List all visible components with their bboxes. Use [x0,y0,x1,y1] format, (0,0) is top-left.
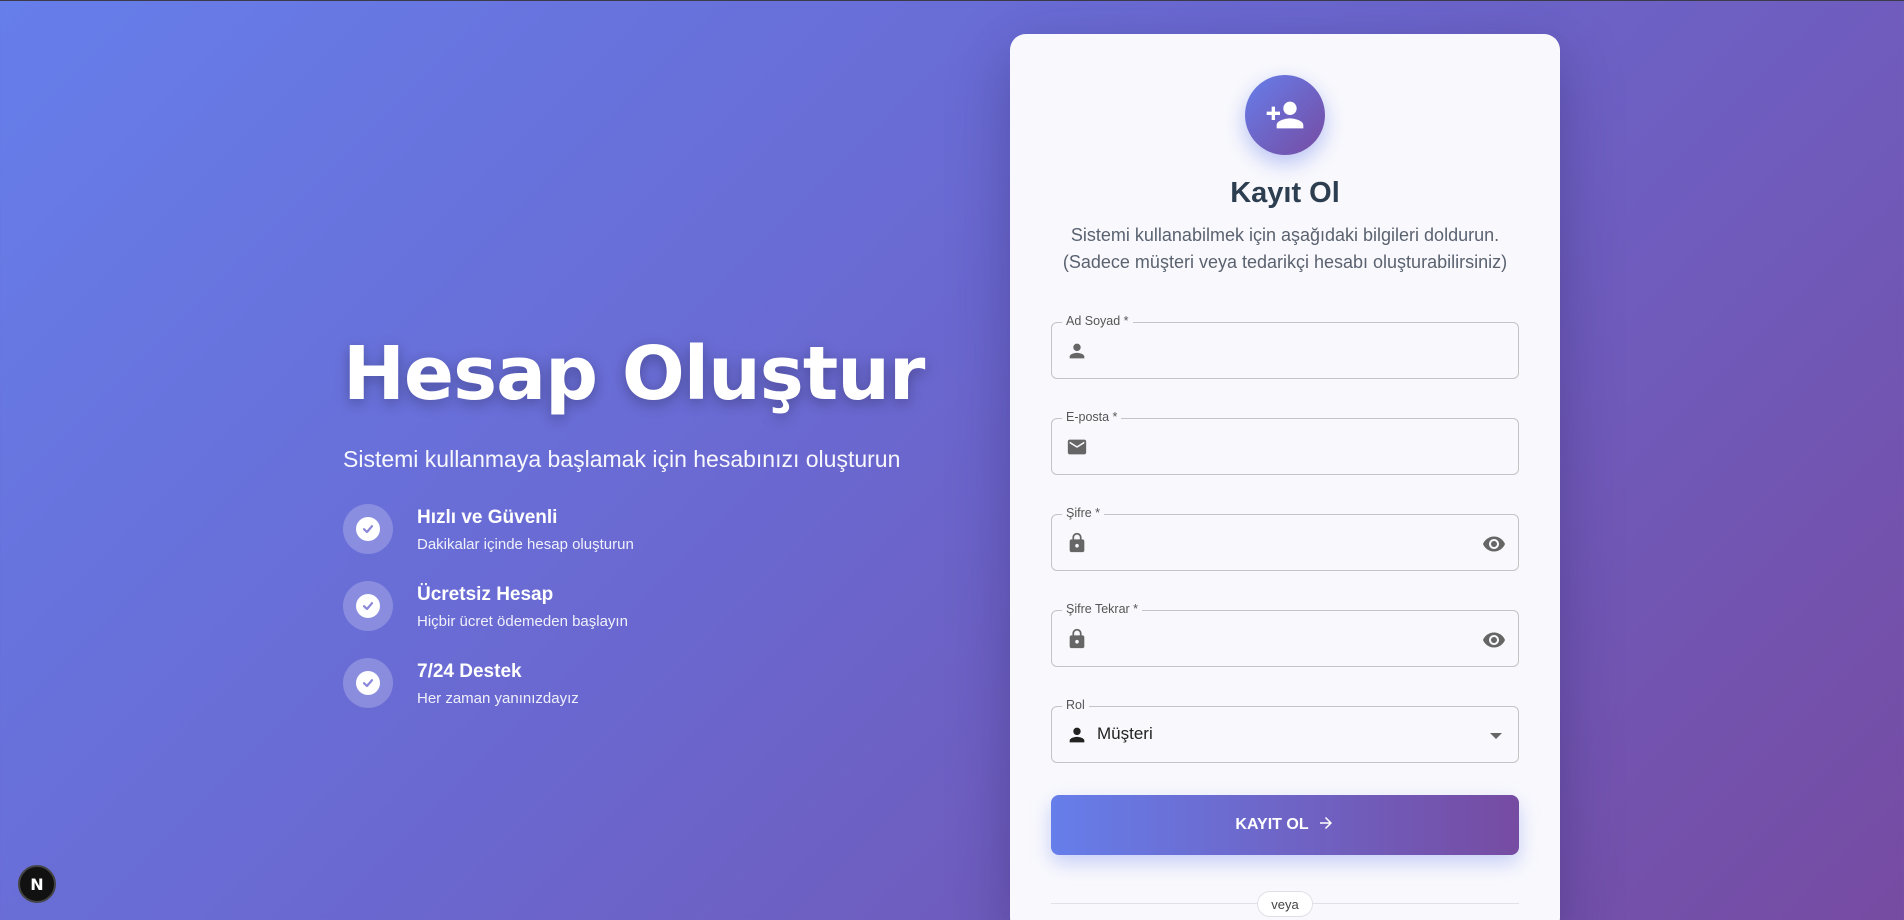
hero-title: Hesap Oluştur [343,331,925,417]
name-field[interactable]: Ad Soyad * [1051,314,1519,379]
register-button[interactable]: KAYIT OL [1051,795,1519,855]
feature-desc: Her zaman yanınızdayız [417,690,579,707]
feature-title: 7/24 Destek [417,661,522,682]
register-button-label: KAYIT OL [1235,816,1309,833]
feature-title: Hızlı ve Güvenli [417,507,558,528]
hero-section: Hesap Oluştur Sistemi kullanmaya başlama… [343,330,983,735]
hero-subtitle: Sistemi kullanmaya başlamak için hesabın… [343,446,901,472]
role-label: Rol [1062,698,1089,712]
password-confirm-label: Şifre Tekrar * [1062,602,1143,616]
chevron-down-icon[interactable] [1490,733,1502,739]
feature-desc: Dakikalar içinde hesap oluşturun [417,536,634,553]
arrow-right-icon [1317,814,1335,837]
person-icon [1066,724,1088,746]
password-label: Şifre * [1062,506,1105,520]
dev-tools-badge[interactable]: N [18,865,56,903]
email-label: E-posta * [1062,410,1122,424]
mail-icon [1066,436,1088,458]
eye-icon[interactable] [1482,628,1506,652]
feature-list: Hızlı ve Güvenli Dakikalar içinde hesap … [343,504,983,735]
role-value: Müşteri [1097,724,1153,743]
check-circle-icon [343,581,393,631]
role-select[interactable]: Rol Müşteri [1051,698,1519,763]
name-label: Ad Soyad * [1062,314,1133,328]
lock-icon [1066,628,1088,650]
divider-label: veya [1257,891,1313,917]
form-description: Sistemi kullanabilmek için aşağıdaki bil… [1010,222,1560,276]
feature-title: Ücretsiz Hesap [417,584,554,605]
eye-icon[interactable] [1482,532,1506,556]
person-add-icon [1245,75,1325,155]
person-icon [1066,340,1088,362]
email-field[interactable]: E-posta * [1051,410,1519,475]
password-confirm-field[interactable]: Şifre Tekrar * [1051,602,1519,667]
feature-item: Hızlı ve Güvenli Dakikalar içinde hesap … [343,504,983,581]
lock-icon [1066,532,1088,554]
top-border [0,0,1904,1]
password-field[interactable]: Şifre * [1051,506,1519,571]
form-description-line: Sistemi kullanabilmek için aşağıdaki bil… [1070,225,1500,245]
feature-desc: Hiçbir ücret ödemeden başlayın [417,613,628,630]
feature-item: Ücretsiz Hesap Hiçbir ücret ödemeden baş… [343,581,983,658]
register-card: Kayıt Ol Sistemi kullanabilmek için aşağ… [1010,34,1560,920]
check-circle-icon [343,504,393,554]
form-title: Kayıt Ol [1230,177,1340,209]
form-description-line: (Sadece müşteri veya tedarikçi hesabı ol… [1062,252,1508,272]
feature-item: 7/24 Destek Her zaman yanınızdayız [343,658,983,735]
check-circle-icon [343,658,393,708]
